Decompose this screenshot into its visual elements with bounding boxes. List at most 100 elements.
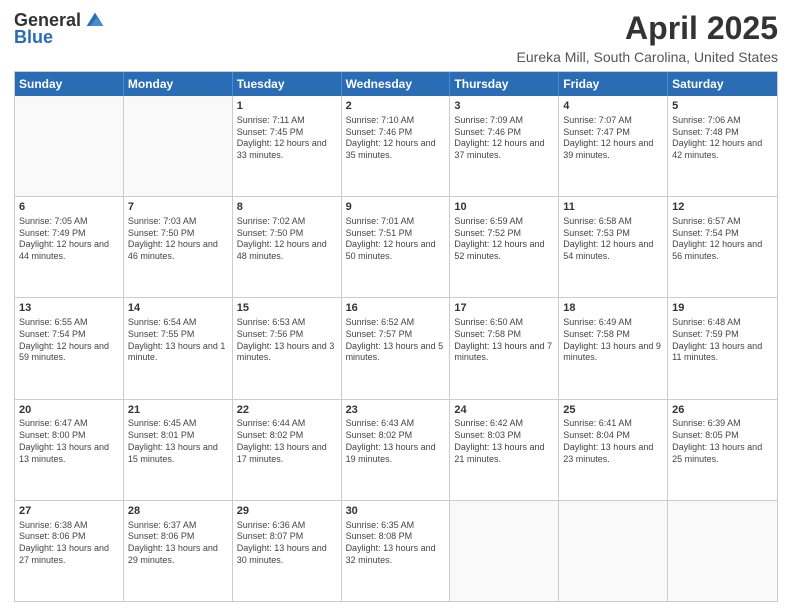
header: General Blue April 2025 Eureka Mill, Sou… bbox=[14, 10, 778, 65]
day-number: 1 bbox=[237, 99, 337, 114]
calendar-row-4: 20Sunrise: 6:47 AM Sunset: 8:00 PM Dayli… bbox=[15, 400, 777, 501]
day-number: 28 bbox=[128, 504, 228, 519]
day-info: Sunrise: 6:53 AM Sunset: 7:56 PM Dayligh… bbox=[237, 317, 337, 364]
day-info: Sunrise: 6:36 AM Sunset: 8:07 PM Dayligh… bbox=[237, 520, 337, 567]
calendar-cell: 19Sunrise: 6:48 AM Sunset: 7:59 PM Dayli… bbox=[668, 298, 777, 398]
calendar-cell: 16Sunrise: 6:52 AM Sunset: 7:57 PM Dayli… bbox=[342, 298, 451, 398]
day-number: 29 bbox=[237, 504, 337, 519]
calendar: SundayMondayTuesdayWednesdayThursdayFrid… bbox=[14, 71, 778, 602]
calendar-cell: 28Sunrise: 6:37 AM Sunset: 8:06 PM Dayli… bbox=[124, 501, 233, 601]
page-title: April 2025 bbox=[517, 10, 778, 47]
calendar-row-3: 13Sunrise: 6:55 AM Sunset: 7:54 PM Dayli… bbox=[15, 298, 777, 399]
day-number: 12 bbox=[672, 200, 773, 215]
day-info: Sunrise: 7:11 AM Sunset: 7:45 PM Dayligh… bbox=[237, 115, 337, 162]
calendar-cell: 14Sunrise: 6:54 AM Sunset: 7:55 PM Dayli… bbox=[124, 298, 233, 398]
day-number: 11 bbox=[563, 200, 663, 215]
day-number: 30 bbox=[346, 504, 446, 519]
calendar-body: 1Sunrise: 7:11 AM Sunset: 7:45 PM Daylig… bbox=[15, 96, 777, 601]
calendar-cell: 24Sunrise: 6:42 AM Sunset: 8:03 PM Dayli… bbox=[450, 400, 559, 500]
day-number: 2 bbox=[346, 99, 446, 114]
weekday-header-sunday: Sunday bbox=[15, 72, 124, 96]
day-number: 23 bbox=[346, 403, 446, 418]
calendar-cell: 15Sunrise: 6:53 AM Sunset: 7:56 PM Dayli… bbox=[233, 298, 342, 398]
day-number: 27 bbox=[19, 504, 119, 519]
calendar-header: SundayMondayTuesdayWednesdayThursdayFrid… bbox=[15, 72, 777, 96]
day-number: 18 bbox=[563, 301, 663, 316]
day-info: Sunrise: 6:47 AM Sunset: 8:00 PM Dayligh… bbox=[19, 418, 119, 465]
day-info: Sunrise: 6:45 AM Sunset: 8:01 PM Dayligh… bbox=[128, 418, 228, 465]
weekday-header-friday: Friday bbox=[559, 72, 668, 96]
day-info: Sunrise: 6:43 AM Sunset: 8:02 PM Dayligh… bbox=[346, 418, 446, 465]
day-number: 8 bbox=[237, 200, 337, 215]
day-number: 4 bbox=[563, 99, 663, 114]
day-number: 9 bbox=[346, 200, 446, 215]
logo: General Blue bbox=[14, 10, 105, 48]
day-info: Sunrise: 7:03 AM Sunset: 7:50 PM Dayligh… bbox=[128, 216, 228, 263]
day-info: Sunrise: 7:02 AM Sunset: 7:50 PM Dayligh… bbox=[237, 216, 337, 263]
calendar-cell bbox=[559, 501, 668, 601]
day-info: Sunrise: 6:57 AM Sunset: 7:54 PM Dayligh… bbox=[672, 216, 773, 263]
logo-icon bbox=[85, 11, 105, 31]
calendar-cell bbox=[668, 501, 777, 601]
day-info: Sunrise: 6:41 AM Sunset: 8:04 PM Dayligh… bbox=[563, 418, 663, 465]
calendar-cell bbox=[450, 501, 559, 601]
day-info: Sunrise: 6:49 AM Sunset: 7:58 PM Dayligh… bbox=[563, 317, 663, 364]
day-number: 7 bbox=[128, 200, 228, 215]
calendar-row-2: 6Sunrise: 7:05 AM Sunset: 7:49 PM Daylig… bbox=[15, 197, 777, 298]
day-number: 5 bbox=[672, 99, 773, 114]
calendar-cell: 18Sunrise: 6:49 AM Sunset: 7:58 PM Dayli… bbox=[559, 298, 668, 398]
day-info: Sunrise: 6:38 AM Sunset: 8:06 PM Dayligh… bbox=[19, 520, 119, 567]
calendar-cell: 1Sunrise: 7:11 AM Sunset: 7:45 PM Daylig… bbox=[233, 96, 342, 196]
page: General Blue April 2025 Eureka Mill, Sou… bbox=[0, 0, 792, 612]
day-info: Sunrise: 6:54 AM Sunset: 7:55 PM Dayligh… bbox=[128, 317, 228, 364]
day-info: Sunrise: 6:39 AM Sunset: 8:05 PM Dayligh… bbox=[672, 418, 773, 465]
day-info: Sunrise: 6:50 AM Sunset: 7:58 PM Dayligh… bbox=[454, 317, 554, 364]
calendar-cell: 22Sunrise: 6:44 AM Sunset: 8:02 PM Dayli… bbox=[233, 400, 342, 500]
weekday-header-saturday: Saturday bbox=[668, 72, 777, 96]
day-info: Sunrise: 7:10 AM Sunset: 7:46 PM Dayligh… bbox=[346, 115, 446, 162]
day-number: 17 bbox=[454, 301, 554, 316]
calendar-cell: 3Sunrise: 7:09 AM Sunset: 7:46 PM Daylig… bbox=[450, 96, 559, 196]
day-info: Sunrise: 6:55 AM Sunset: 7:54 PM Dayligh… bbox=[19, 317, 119, 364]
day-number: 20 bbox=[19, 403, 119, 418]
calendar-row-5: 27Sunrise: 6:38 AM Sunset: 8:06 PM Dayli… bbox=[15, 501, 777, 601]
day-number: 16 bbox=[346, 301, 446, 316]
day-number: 25 bbox=[563, 403, 663, 418]
weekday-header-thursday: Thursday bbox=[450, 72, 559, 96]
calendar-cell: 17Sunrise: 6:50 AM Sunset: 7:58 PM Dayli… bbox=[450, 298, 559, 398]
day-info: Sunrise: 7:05 AM Sunset: 7:49 PM Dayligh… bbox=[19, 216, 119, 263]
day-number: 26 bbox=[672, 403, 773, 418]
day-number: 19 bbox=[672, 301, 773, 316]
day-info: Sunrise: 7:07 AM Sunset: 7:47 PM Dayligh… bbox=[563, 115, 663, 162]
calendar-cell: 4Sunrise: 7:07 AM Sunset: 7:47 PM Daylig… bbox=[559, 96, 668, 196]
day-number: 24 bbox=[454, 403, 554, 418]
weekday-header-monday: Monday bbox=[124, 72, 233, 96]
calendar-cell: 20Sunrise: 6:47 AM Sunset: 8:00 PM Dayli… bbox=[15, 400, 124, 500]
day-number: 10 bbox=[454, 200, 554, 215]
calendar-row-1: 1Sunrise: 7:11 AM Sunset: 7:45 PM Daylig… bbox=[15, 96, 777, 197]
calendar-cell: 25Sunrise: 6:41 AM Sunset: 8:04 PM Dayli… bbox=[559, 400, 668, 500]
day-info: Sunrise: 7:01 AM Sunset: 7:51 PM Dayligh… bbox=[346, 216, 446, 263]
day-info: Sunrise: 6:52 AM Sunset: 7:57 PM Dayligh… bbox=[346, 317, 446, 364]
day-info: Sunrise: 6:44 AM Sunset: 8:02 PM Dayligh… bbox=[237, 418, 337, 465]
header-right: April 2025 Eureka Mill, South Carolina, … bbox=[517, 10, 778, 65]
calendar-cell: 13Sunrise: 6:55 AM Sunset: 7:54 PM Dayli… bbox=[15, 298, 124, 398]
calendar-cell: 6Sunrise: 7:05 AM Sunset: 7:49 PM Daylig… bbox=[15, 197, 124, 297]
weekday-header-tuesday: Tuesday bbox=[233, 72, 342, 96]
calendar-cell: 12Sunrise: 6:57 AM Sunset: 7:54 PM Dayli… bbox=[668, 197, 777, 297]
day-info: Sunrise: 6:42 AM Sunset: 8:03 PM Dayligh… bbox=[454, 418, 554, 465]
day-number: 6 bbox=[19, 200, 119, 215]
day-info: Sunrise: 7:09 AM Sunset: 7:46 PM Dayligh… bbox=[454, 115, 554, 162]
calendar-cell: 26Sunrise: 6:39 AM Sunset: 8:05 PM Dayli… bbox=[668, 400, 777, 500]
calendar-cell bbox=[15, 96, 124, 196]
calendar-cell: 10Sunrise: 6:59 AM Sunset: 7:52 PM Dayli… bbox=[450, 197, 559, 297]
calendar-cell: 27Sunrise: 6:38 AM Sunset: 8:06 PM Dayli… bbox=[15, 501, 124, 601]
calendar-cell: 9Sunrise: 7:01 AM Sunset: 7:51 PM Daylig… bbox=[342, 197, 451, 297]
page-subtitle: Eureka Mill, South Carolina, United Stat… bbox=[517, 49, 778, 65]
calendar-cell: 7Sunrise: 7:03 AM Sunset: 7:50 PM Daylig… bbox=[124, 197, 233, 297]
day-info: Sunrise: 7:06 AM Sunset: 7:48 PM Dayligh… bbox=[672, 115, 773, 162]
day-info: Sunrise: 6:37 AM Sunset: 8:06 PM Dayligh… bbox=[128, 520, 228, 567]
day-number: 13 bbox=[19, 301, 119, 316]
calendar-cell: 30Sunrise: 6:35 AM Sunset: 8:08 PM Dayli… bbox=[342, 501, 451, 601]
weekday-header-wednesday: Wednesday bbox=[342, 72, 451, 96]
